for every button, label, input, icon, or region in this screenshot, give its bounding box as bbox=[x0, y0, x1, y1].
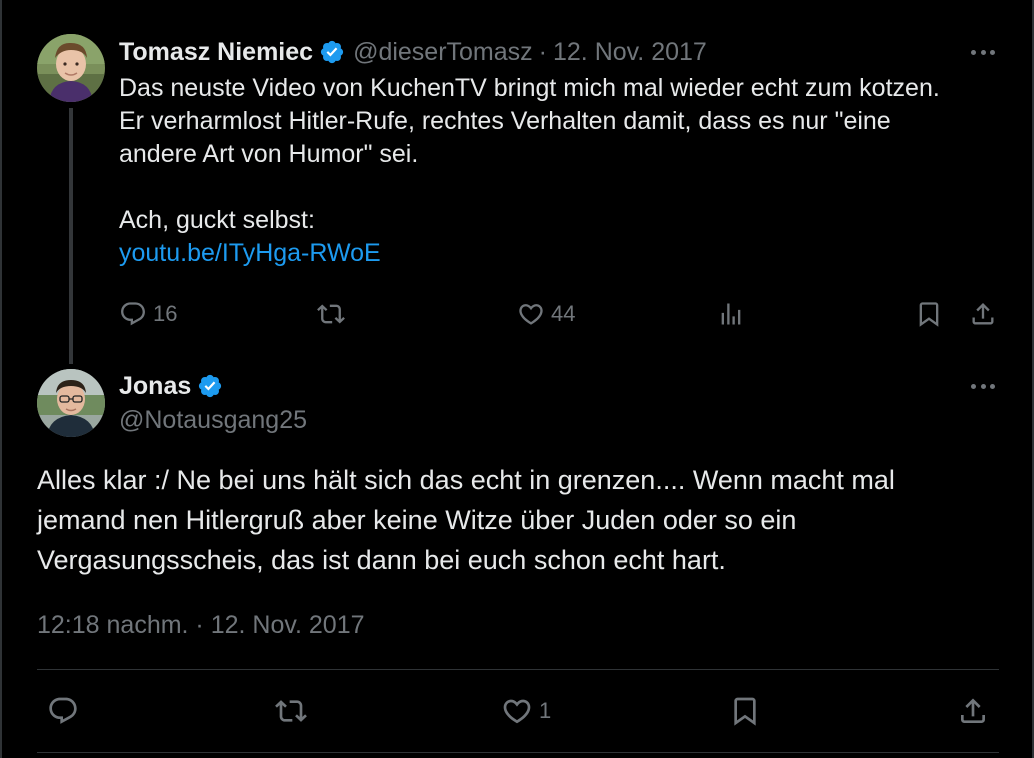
bookmark-icon bbox=[919, 302, 939, 327]
tweet1-line: Er verharmlost Hitler-Rufe, rechtes Verh… bbox=[119, 107, 891, 135]
tweet1-header: Tomasz Niemiec @dieserTomasz · 12. Nov. … bbox=[119, 34, 707, 70]
verified-badge-icon bbox=[319, 39, 345, 65]
retweet-button[interactable] bbox=[317, 296, 351, 332]
like-button[interactable]: 1 bbox=[501, 690, 551, 732]
tweet-thread-panel: Tomasz Niemiec @dieserTomasz · 12. Nov. … bbox=[0, 0, 1034, 758]
separator-dot: · bbox=[538, 37, 547, 66]
tweet1-line: andere Art von Humor" sei. bbox=[119, 140, 419, 168]
reply-button[interactable]: 16 bbox=[119, 296, 177, 332]
thread-connector-line bbox=[69, 108, 73, 364]
reply-icon bbox=[49, 697, 77, 724]
tweet-timestamp[interactable]: 12:18 nachm. · 12. Nov. 2017 bbox=[37, 608, 365, 642]
avatar-tomasz[interactable] bbox=[37, 34, 105, 102]
tweet1-body: Das neuste Video von KuchenTV bringt mic… bbox=[119, 72, 999, 270]
share-button[interactable] bbox=[969, 296, 997, 332]
bookmark-button[interactable] bbox=[729, 690, 761, 732]
author-handle[interactable]: @Notausgang25 bbox=[119, 404, 307, 436]
more-icon[interactable] bbox=[971, 376, 995, 396]
tweet2-line: Vergasungsscheis, das ist dann bei euch … bbox=[37, 545, 726, 575]
panel-border-left bbox=[0, 0, 2, 758]
author-name[interactable]: Jonas bbox=[119, 372, 191, 401]
heart-icon bbox=[519, 304, 543, 325]
tweet2-body: Alles klar :/ Ne bei uns hält sich das e… bbox=[37, 460, 997, 580]
retweet-icon bbox=[275, 700, 307, 722]
tweet1-line: Ach, guckt selbst: bbox=[119, 206, 315, 234]
heart-icon bbox=[503, 699, 531, 724]
share-icon bbox=[961, 698, 985, 723]
tweet1-line: Das neuste Video von KuchenTV bringt mic… bbox=[119, 74, 940, 102]
reply-icon bbox=[121, 302, 145, 326]
tweet-date[interactable]: 12. Nov. 2017 bbox=[553, 38, 707, 67]
share-button[interactable] bbox=[957, 690, 989, 732]
reply-button[interactable] bbox=[47, 690, 79, 732]
reply-count: 16 bbox=[153, 301, 178, 326]
tweet1-action-bar: 16 44 bbox=[119, 296, 999, 332]
retweet-icon bbox=[317, 304, 345, 324]
bookmark-button[interactable] bbox=[915, 296, 943, 332]
views-button[interactable] bbox=[717, 296, 745, 332]
share-icon bbox=[972, 303, 994, 325]
more-icon[interactable] bbox=[971, 42, 995, 62]
bottom-divider bbox=[37, 752, 999, 753]
views-chart-icon bbox=[721, 303, 741, 325]
tweet2-header: Jonas bbox=[119, 368, 223, 404]
author-handle[interactable]: @dieserTomasz bbox=[353, 38, 533, 67]
like-count: 44 bbox=[551, 301, 576, 326]
bookmark-icon bbox=[734, 697, 756, 726]
divider bbox=[37, 669, 999, 670]
verified-badge-icon bbox=[197, 373, 223, 399]
tweet2-line: jemand nen Hitlergruß aber keine Witze ü… bbox=[37, 505, 797, 535]
tweet2-action-bar: 1 bbox=[37, 690, 999, 732]
author-name[interactable]: Tomasz Niemiec bbox=[119, 38, 313, 67]
tweet2-line: Alles klar :/ Ne bei uns hält sich das e… bbox=[37, 465, 895, 495]
youtube-link[interactable]: youtu.be/ITyHga-RWoE bbox=[119, 239, 381, 267]
retweet-button[interactable] bbox=[275, 690, 307, 732]
like-button[interactable]: 44 bbox=[517, 296, 575, 332]
avatar-jonas[interactable] bbox=[37, 369, 105, 437]
like-count: 1 bbox=[539, 698, 552, 723]
